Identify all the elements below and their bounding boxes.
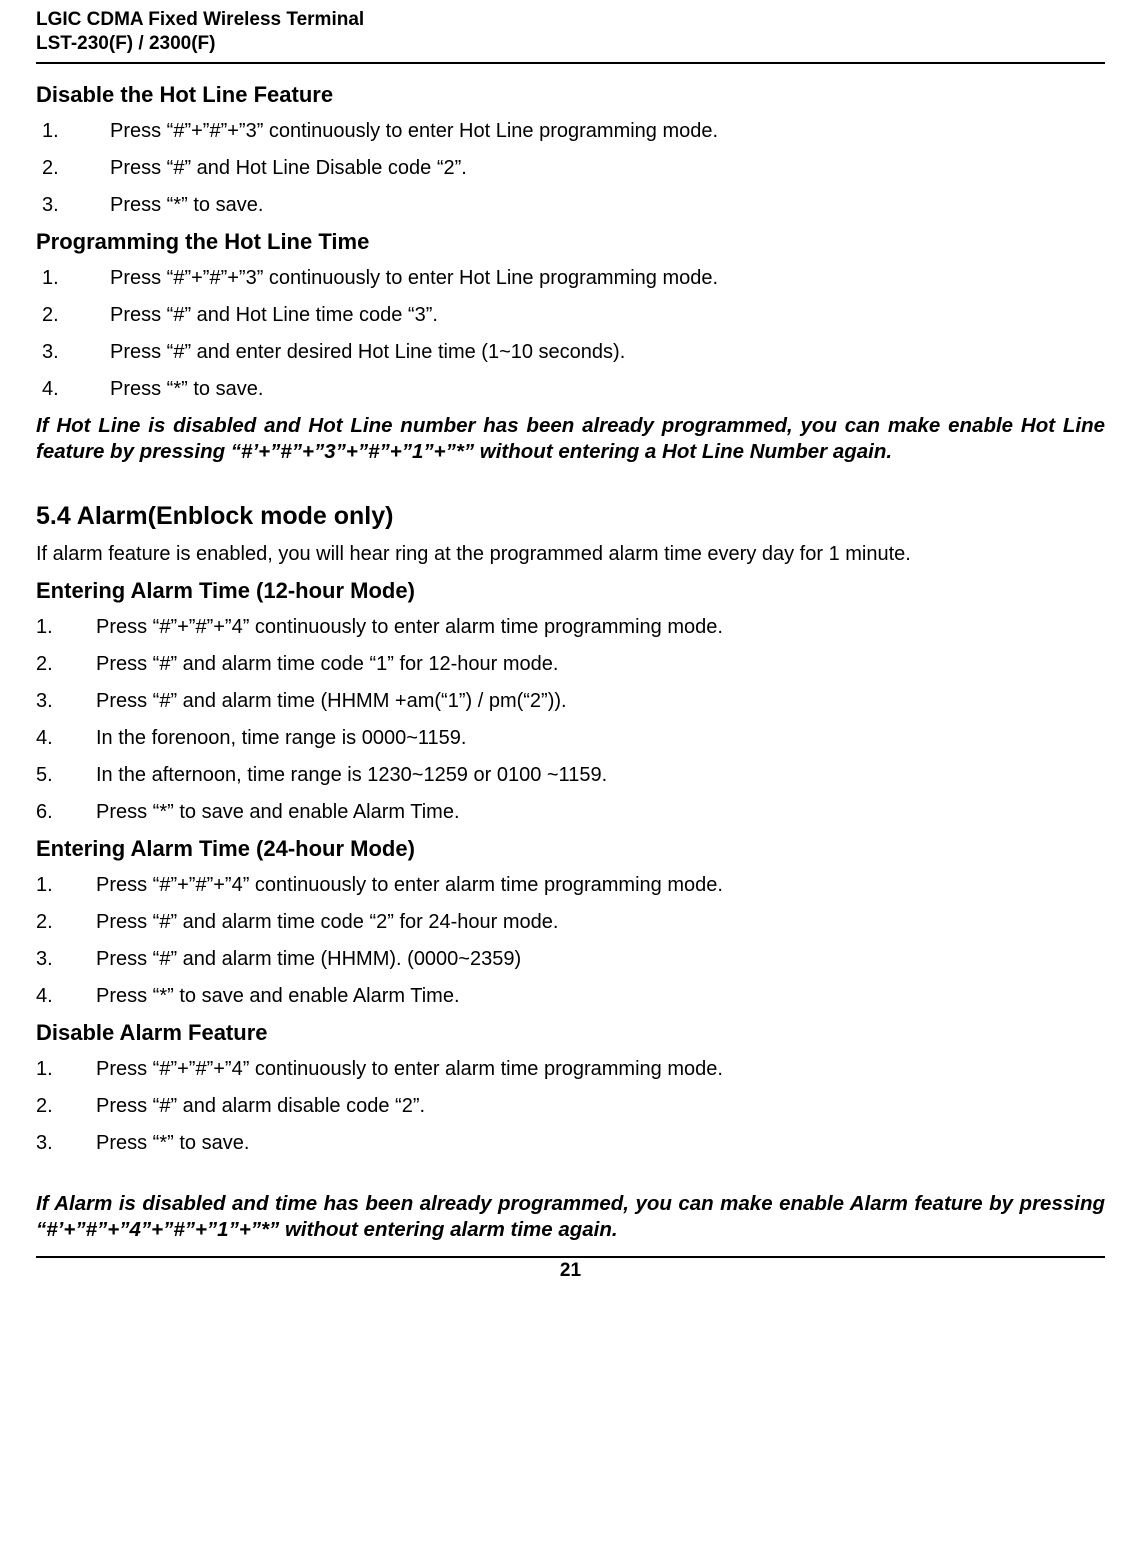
step-number: 2. xyxy=(36,651,96,678)
step-text: Press “*” to save. xyxy=(110,376,263,403)
list-item: 3.Press “#” and enter desired Hot Line t… xyxy=(36,339,1105,366)
step-text: Press “#” and alarm time code “1” for 12… xyxy=(96,651,558,678)
list-item: 2.Press “#” and alarm time code “1” for … xyxy=(36,651,1105,678)
step-text: Press “#”+”#”+”4” continuously to enter … xyxy=(96,1056,723,1083)
step-text: Press “#”+”#”+”4” continuously to enter … xyxy=(96,614,723,641)
step-number: 2. xyxy=(36,302,110,329)
list-item: 5.In the afternoon, time range is 1230~1… xyxy=(36,762,1105,789)
list-item: 2.Press “#” and alarm time code “2” for … xyxy=(36,909,1105,936)
header-line-2: LST-230(F) / 2300(F) xyxy=(36,32,1105,56)
header-rule xyxy=(36,62,1105,64)
step-number: 2. xyxy=(36,1093,96,1120)
steps-disable-alarm: 1.Press “#”+”#”+”4” continuously to ente… xyxy=(36,1056,1105,1157)
step-number: 1. xyxy=(36,614,96,641)
step-number: 4. xyxy=(36,725,96,752)
list-item: 4.In the forenoon, time range is 0000~11… xyxy=(36,725,1105,752)
step-number: 3. xyxy=(36,1130,96,1157)
step-text: Press “*” to save and enable Alarm Time. xyxy=(96,983,460,1010)
list-item: 3.Press “*” to save. xyxy=(36,192,1105,219)
step-text: Press “*” to save. xyxy=(110,192,263,219)
step-text: Press “#” and Hot Line Disable code “2”. xyxy=(110,155,467,182)
list-item: 1.Press “#”+”#”+”4” continuously to ente… xyxy=(36,1056,1105,1083)
header-line-1: LGIC CDMA Fixed Wireless Terminal xyxy=(36,8,1105,32)
list-item: 4.Press “*” to save. xyxy=(36,376,1105,403)
step-text: Press “#” and alarm time code “2” for 24… xyxy=(96,909,558,936)
section-heading-disable-alarm: Disable Alarm Feature xyxy=(36,1020,1105,1046)
step-number: 6. xyxy=(36,799,96,826)
step-number: 1. xyxy=(36,1056,96,1083)
step-text: Press “*” to save. xyxy=(96,1130,249,1157)
step-text: Press “#”+”#”+”3” continuously to enter … xyxy=(110,265,718,292)
list-item: 4.Press “*” to save and enable Alarm Tim… xyxy=(36,983,1105,1010)
step-text: Press “#”+”#”+”4” continuously to enter … xyxy=(96,872,723,899)
step-text: Press “#” and alarm time (HHMM). (0000~2… xyxy=(96,946,521,973)
list-item: 1.Press “#”+”#”+”3” continuously to ente… xyxy=(36,118,1105,145)
section-heading-alarm: 5.4 Alarm(Enblock mode only) xyxy=(36,502,1105,531)
steps-alarm-12: 1.Press “#”+”#”+”4” continuously to ente… xyxy=(36,614,1105,826)
section-heading-alarm-12: Entering Alarm Time (12-hour Mode) xyxy=(36,578,1105,604)
list-item: 1.Press “#”+”#”+”3” continuously to ente… xyxy=(36,265,1105,292)
step-number: 3. xyxy=(36,946,96,973)
step-text: Press “#” and Hot Line time code “3”. xyxy=(110,302,438,329)
step-text: Press “#”+”#”+”3” continuously to enter … xyxy=(110,118,718,145)
step-number: 1. xyxy=(36,872,96,899)
footer-rule xyxy=(36,1256,1105,1258)
step-number: 1. xyxy=(36,265,110,292)
document-page: LGIC CDMA Fixed Wireless Terminal LST-23… xyxy=(0,0,1141,1543)
step-number: 4. xyxy=(36,376,110,403)
list-item: 2.Press “#” and alarm disable code “2”. xyxy=(36,1093,1105,1120)
page-number: 21 xyxy=(36,1260,1105,1282)
step-text: Press “#” and alarm time (HHMM +am(“1”) … xyxy=(96,688,567,715)
list-item: 3.Press “*” to save. xyxy=(36,1130,1105,1157)
hot-line-note: If Hot Line is disabled and Hot Line num… xyxy=(36,413,1105,466)
step-text: Press “#” and enter desired Hot Line tim… xyxy=(110,339,625,366)
step-text: Press “#” and alarm disable code “2”. xyxy=(96,1093,425,1120)
alarm-note: If Alarm is disabled and time has been a… xyxy=(36,1191,1105,1244)
steps-alarm-24: 1.Press “#”+”#”+”4” continuously to ente… xyxy=(36,872,1105,1010)
list-item: 1.Press “#”+”#”+”4” continuously to ente… xyxy=(36,614,1105,641)
list-item: 6.Press “*” to save and enable Alarm Tim… xyxy=(36,799,1105,826)
list-item: 3.Press “#” and alarm time (HHMM). (0000… xyxy=(36,946,1105,973)
step-text: In the afternoon, time range is 1230~125… xyxy=(96,762,607,789)
document-header: LGIC CDMA Fixed Wireless Terminal LST-23… xyxy=(36,8,1105,56)
list-item: 2.Press “#” and Hot Line time code “3”. xyxy=(36,302,1105,329)
section-heading-prog-hot-line-time: Programming the Hot Line Time xyxy=(36,229,1105,255)
step-number: 3. xyxy=(36,192,110,219)
step-text: In the forenoon, time range is 0000~1159… xyxy=(96,725,466,752)
steps-disable-hot-line: 1.Press “#”+”#”+”3” continuously to ente… xyxy=(36,118,1105,219)
list-item: 3.Press “#” and alarm time (HHMM +am(“1”… xyxy=(36,688,1105,715)
step-number: 3. xyxy=(36,688,96,715)
list-item: 1.Press “#”+”#”+”4” continuously to ente… xyxy=(36,872,1105,899)
alarm-intro: If alarm feature is enabled, you will he… xyxy=(36,541,1105,568)
section-heading-alarm-24: Entering Alarm Time (24-hour Mode) xyxy=(36,836,1105,862)
list-item: 2.Press “#” and Hot Line Disable code “2… xyxy=(36,155,1105,182)
step-number: 2. xyxy=(36,909,96,936)
step-text: Press “*” to save and enable Alarm Time. xyxy=(96,799,460,826)
step-number: 3. xyxy=(36,339,110,366)
step-number: 2. xyxy=(36,155,110,182)
step-number: 4. xyxy=(36,983,96,1010)
step-number: 5. xyxy=(36,762,96,789)
step-number: 1. xyxy=(36,118,110,145)
section-heading-disable-hot-line: Disable the Hot Line Feature xyxy=(36,82,1105,108)
steps-prog-hot-line-time: 1.Press “#”+”#”+”3” continuously to ente… xyxy=(36,265,1105,403)
